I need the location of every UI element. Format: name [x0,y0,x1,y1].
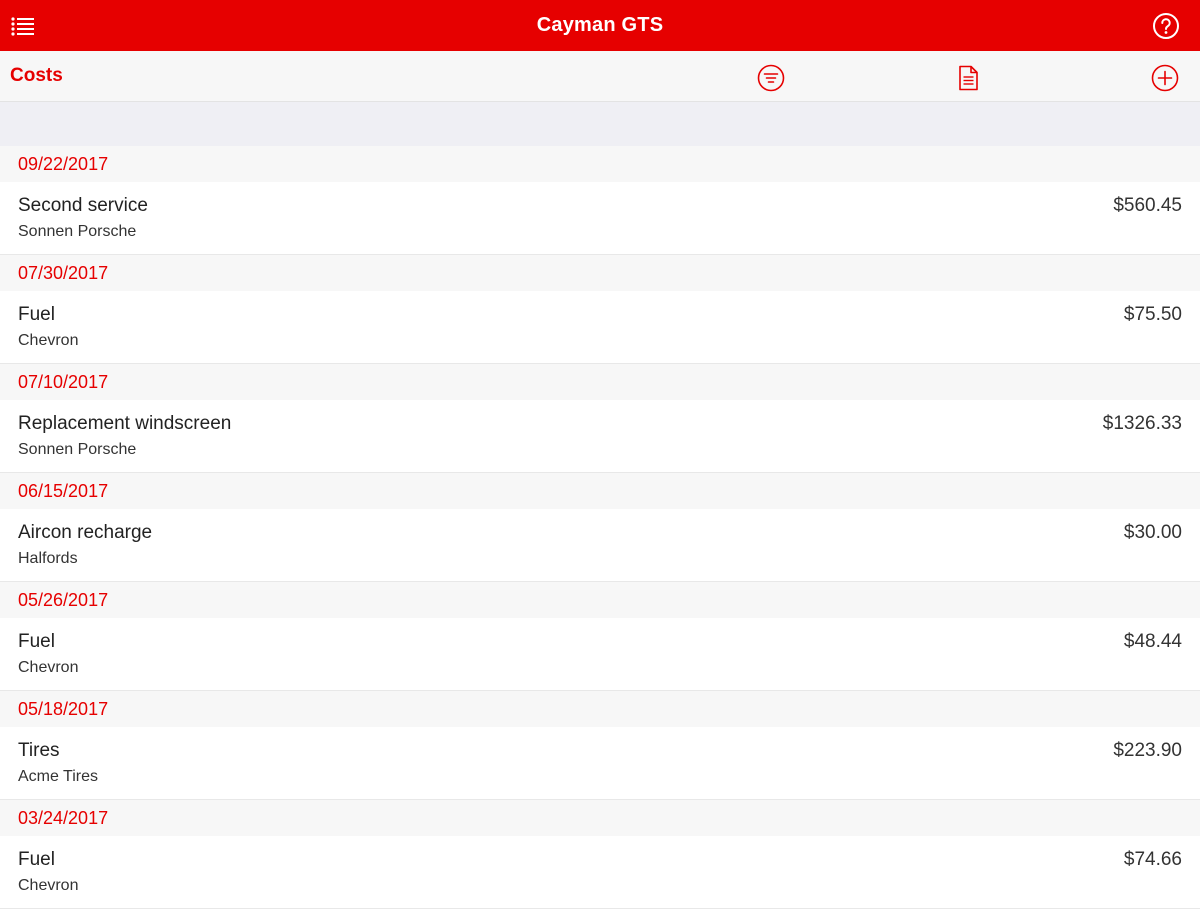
cost-group: 03/24/2017 Fuel Chevron $74.66 [0,800,1200,909]
cost-amount: $48.44 [1123,631,1182,652]
cost-list: 09/22/2017 Second service Sonnen Porsche… [0,146,1200,909]
cost-row[interactable]: Fuel Chevron $74.66 [0,836,1200,909]
date-header: 06/15/2017 [0,473,1200,509]
cost-vendor: Acme Tires [18,768,99,785]
cost-name: Fuel [18,849,55,870]
cost-name: Second service [18,195,148,216]
add-circle-icon[interactable] [1151,64,1179,92]
list-spacer [0,102,1200,146]
cost-vendor: Sonnen Porsche [18,441,137,458]
help-circle-icon[interactable] [1152,12,1180,40]
cost-group: 07/30/2017 Fuel Chevron $75.50 [0,255,1200,364]
cost-amount: $1326.33 [1102,413,1182,434]
cost-amount: $74.66 [1123,849,1182,870]
section-title: Costs [10,65,63,86]
cost-amount: $560.45 [1113,195,1182,216]
cost-vendor: Sonnen Porsche [18,223,137,240]
cost-vendor: Chevron [18,877,79,894]
cost-vendor: Chevron [18,659,79,676]
cost-group: 07/10/2017 Replacement windscreen Sonnen… [0,364,1200,473]
document-icon[interactable] [954,64,982,92]
cost-name: Tires [18,740,60,761]
cost-group: 05/26/2017 Fuel Chevron $48.44 [0,582,1200,691]
cost-row[interactable]: Fuel Chevron $75.50 [0,291,1200,364]
filter-icon[interactable] [757,64,785,92]
cost-row[interactable]: Replacement windscreen Sonnen Porsche $1… [0,400,1200,473]
cost-name: Fuel [18,631,55,652]
cost-group: 05/18/2017 Tires Acme Tires $223.90 [0,691,1200,800]
toolbar: Costs [0,51,1200,102]
date-header: 09/22/2017 [0,146,1200,182]
cost-name: Aircon recharge [18,522,153,543]
cost-group: 06/15/2017 Aircon recharge Halfords $30.… [0,473,1200,582]
cost-amount: $223.90 [1113,740,1182,761]
cost-amount: $30.00 [1123,522,1182,543]
cost-name: Replacement windscreen [18,413,232,434]
nav-bar: Cayman GTS [0,0,1200,51]
cost-amount: $75.50 [1123,304,1182,325]
cost-group: 09/22/2017 Second service Sonnen Porsche… [0,146,1200,255]
date-header: 07/30/2017 [0,255,1200,291]
date-header: 03/24/2017 [0,800,1200,836]
cost-vendor: Chevron [18,332,79,349]
date-header: 05/18/2017 [0,691,1200,727]
date-header: 05/26/2017 [0,582,1200,618]
cost-row[interactable]: Tires Acme Tires $223.90 [0,727,1200,800]
cost-name: Fuel [18,304,55,325]
cost-row[interactable]: Fuel Chevron $48.44 [0,618,1200,691]
cost-vendor: Halfords [18,550,78,567]
date-header: 07/10/2017 [0,364,1200,400]
page-title: Cayman GTS [536,14,664,36]
cost-row[interactable]: Aircon recharge Halfords $30.00 [0,509,1200,582]
cost-row[interactable]: Second service Sonnen Porsche $560.45 [0,182,1200,255]
